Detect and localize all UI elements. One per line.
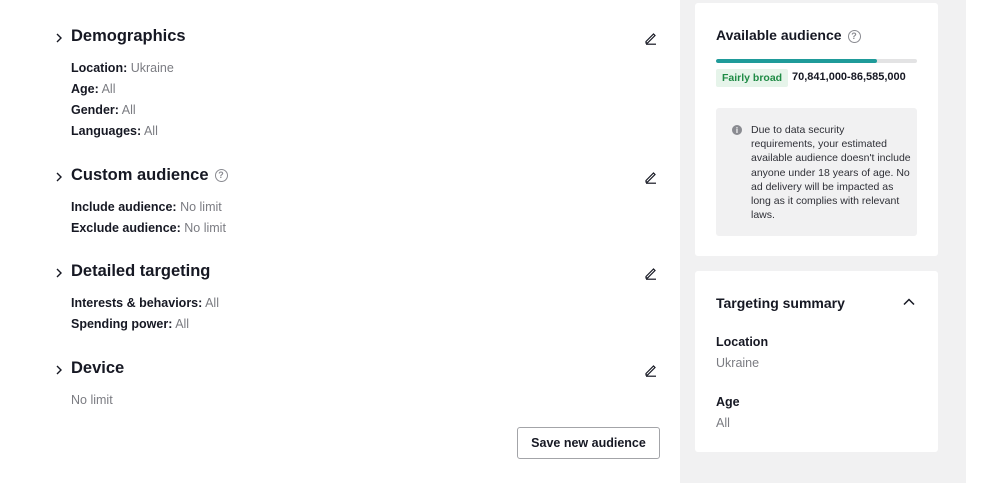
section-rows: Include audience: No limit Exclude audie… <box>71 197 226 239</box>
row-gender: Gender: All <box>71 100 174 121</box>
section-title: Device <box>71 359 125 377</box>
audience-breadth-fill <box>716 59 877 63</box>
row-include-audience: Include audience: No limit <box>71 197 226 218</box>
row-label: Exclude audience: <box>71 221 181 235</box>
audience-range: 70,841,000-86,585,000 <box>792 71 906 83</box>
row-value: No limit <box>71 393 113 407</box>
card-title: Available audience? <box>716 27 861 43</box>
row-label: Location: <box>71 61 128 75</box>
row-interests-behaviors: Interests & behaviors: All <box>71 293 219 314</box>
section-title: Custom audience? <box>71 166 228 185</box>
pencil-icon[interactable] <box>644 363 658 377</box>
section-header-custom-audience[interactable]: Custom audience? <box>52 165 662 191</box>
summary-label-age: Age <box>716 395 740 409</box>
section-title-text: Custom audience <box>71 166 209 184</box>
section-header-demographics[interactable]: Demographics <box>52 26 662 52</box>
row-value: All <box>175 317 190 331</box>
notice-text: Due to data security requirements, your … <box>751 124 911 222</box>
row-label: Include audience: <box>71 200 177 214</box>
summary-value-location: Ukraine <box>716 356 760 370</box>
page-edge <box>966 0 1000 483</box>
section-title: Detailed targeting <box>71 262 211 280</box>
section-header-detailed-targeting[interactable]: Detailed targeting <box>52 261 662 287</box>
row-value: No limit <box>184 221 226 235</box>
row-spending-power: Spending power: All <box>71 314 219 335</box>
row-value: All <box>101 82 116 96</box>
breadth-badge: Fairly broad <box>716 69 789 87</box>
row-value: No limit <box>180 200 222 214</box>
section-custom-audience: Custom audience? Include audience: No li… <box>52 165 662 235</box>
summary-label-location: Location <box>716 335 769 349</box>
chevron-right-icon[interactable] <box>52 31 66 45</box>
row-label: Spending power: <box>71 317 173 331</box>
section-demographics: Demographics Location: Ukraine Age: All … <box>52 26 662 138</box>
chevron-up-icon[interactable] <box>902 295 916 309</box>
summary-value-age: All <box>716 416 730 430</box>
section-device: Device No limit <box>52 358 662 407</box>
question-circle-icon[interactable]: ? <box>214 168 228 182</box>
pencil-icon[interactable] <box>644 170 658 184</box>
row-label: Languages: <box>71 124 142 138</box>
row-exclude-audience: Exclude audience: No limit <box>71 218 226 239</box>
info-circle-icon: i <box>732 125 742 135</box>
card-title: Targeting summary <box>716 295 845 311</box>
pencil-icon[interactable] <box>644 31 658 45</box>
section-rows: Location: Ukraine Age: All Gender: All L… <box>71 58 174 142</box>
chevron-right-icon[interactable] <box>52 363 66 377</box>
section-rows: Interests & behaviors: All Spending powe… <box>71 293 219 335</box>
row-age: Age: All <box>71 79 174 100</box>
pencil-icon[interactable] <box>644 266 658 280</box>
row-languages: Languages: All <box>71 121 174 142</box>
section-rows: No limit <box>71 390 113 411</box>
chevron-right-icon[interactable] <box>52 170 66 184</box>
targeting-editor-panel: Demographics Location: Ukraine Age: All … <box>0 0 680 483</box>
row-label: Gender: <box>71 103 119 117</box>
row-value: All <box>143 124 158 138</box>
targeting-summary-card: Targeting summary Location Ukraine Age A… <box>695 271 938 452</box>
data-security-notice: i Due to data security requirements, you… <box>716 108 917 236</box>
row-label: Age: <box>71 82 99 96</box>
question-circle-icon[interactable]: ? <box>847 29 861 43</box>
row-value: Ukraine <box>130 61 174 75</box>
section-header-device[interactable]: Device <box>52 358 662 384</box>
row-device: No limit <box>71 390 113 411</box>
card-title-text: Available audience <box>716 27 842 43</box>
section-detailed-targeting: Detailed targeting Interests & behaviors… <box>52 261 662 331</box>
row-label: Interests & behaviors: <box>71 296 203 310</box>
save-new-audience-button[interactable]: Save new audience <box>517 427 660 459</box>
available-audience-card: Available audience? Fairly broad 70,841,… <box>695 3 938 256</box>
row-value: All <box>205 296 219 310</box>
chevron-right-icon[interactable] <box>52 266 66 280</box>
audience-breadth-bar <box>716 59 917 63</box>
section-title: Demographics <box>71 27 186 45</box>
row-value: All <box>121 103 136 117</box>
row-location: Location: Ukraine <box>71 58 174 79</box>
